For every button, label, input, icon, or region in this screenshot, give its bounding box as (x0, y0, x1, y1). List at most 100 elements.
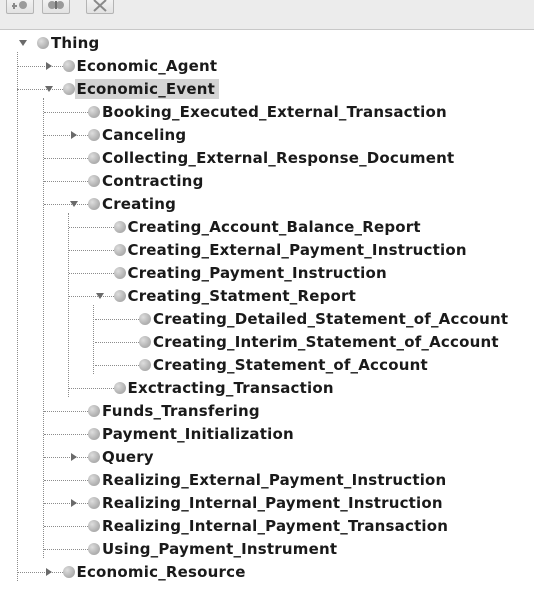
class-icon (37, 37, 49, 49)
tree-node-label[interactable]: Economic_Resource (77, 562, 246, 582)
tree-connector (94, 365, 139, 366)
tree-connector (94, 342, 139, 343)
add-subclass-icon (12, 0, 28, 13)
tree-node-label[interactable]: Collecting_External_Response_Document (102, 148, 454, 168)
tree-node[interactable]: Creating_Account_Balance_Report (0, 216, 534, 239)
tree-connector (43, 411, 88, 412)
class-icon (88, 543, 100, 555)
class-icon (113, 290, 126, 302)
class-icon (113, 221, 126, 233)
tree-connector (43, 457, 88, 458)
tree-node[interactable]: Creating_Detailed_Statement_of_Account (0, 308, 534, 331)
add-sibling-icon (47, 0, 65, 13)
tree-node[interactable]: Economic_Agent (0, 55, 534, 78)
tree-node[interactable]: Exctracting_Transaction (0, 377, 534, 400)
collapse-toggle-icon[interactable] (18, 38, 28, 48)
class-icon (62, 83, 75, 95)
collapse-toggle-icon[interactable] (69, 199, 79, 209)
tree-node-label[interactable]: Economic_Agent (77, 56, 218, 76)
tree-node-label[interactable]: Creating_Statement_of_Account (153, 355, 428, 375)
class-icon (88, 106, 100, 118)
tree-node-label[interactable]: Payment_Initialization (102, 424, 294, 444)
class-icon (113, 382, 126, 394)
class-icon (88, 428, 100, 440)
collapse-toggle-icon[interactable] (95, 291, 105, 301)
tree-node[interactable]: Thing (0, 32, 534, 55)
tree-node[interactable]: Contracting (0, 170, 534, 193)
tree-node[interactable]: Realizing_External_Payment_Instruction (0, 469, 534, 492)
tree-node-label[interactable]: Economic_Event (74, 79, 219, 99)
collapse-toggle-icon[interactable] (44, 84, 54, 94)
tree-node[interactable]: Using_Payment_Instrument (0, 538, 534, 561)
tree-connector (43, 204, 88, 205)
tree-node-label[interactable]: Realizing_Internal_Payment_Instruction (102, 493, 443, 513)
expand-toggle-icon[interactable] (44, 61, 54, 71)
class-icon (88, 152, 100, 164)
class-icon (88, 497, 100, 509)
tree-node-label[interactable]: Creating_Detailed_Statement_of_Account (153, 309, 508, 329)
tree-connector (43, 480, 88, 481)
tree-connector (17, 572, 63, 573)
class-icon (139, 359, 151, 371)
tree-node[interactable]: Creating_External_Payment_Instruction (0, 239, 534, 262)
tree-node-label[interactable]: Creating_Payment_Instruction (128, 263, 387, 283)
tree-node-label[interactable]: Booking_Executed_External_Transaction (102, 102, 447, 122)
add-subclass-button[interactable] (6, 0, 34, 14)
tree-node-label[interactable]: Using_Payment_Instrument (102, 539, 337, 559)
tree-connector (43, 503, 88, 504)
tree-node-label[interactable]: Creating_Statment_Report (128, 286, 356, 306)
tree-node-label[interactable]: Thing (51, 33, 99, 53)
tree-connector (43, 434, 88, 435)
class-icon (88, 175, 100, 187)
class-icon (62, 566, 75, 578)
class-icon (113, 244, 126, 256)
tree-node-label[interactable]: Funds_Transfering (102, 401, 260, 421)
add-sibling-button[interactable] (42, 0, 70, 14)
class-hierarchy-tree: Thing Economic_Agent Economic_Event Booking… (0, 30, 534, 594)
tree-connector (69, 273, 114, 274)
tree-node[interactable]: Query (0, 446, 534, 469)
tree-node[interactable]: Economic_Resource (0, 561, 534, 584)
tree-node[interactable]: Creating_Interim_Statement_of_Account (0, 331, 534, 354)
tree-node[interactable]: Economic_Event (0, 78, 534, 101)
expand-toggle-icon[interactable] (44, 567, 54, 577)
class-icon (88, 520, 100, 532)
tree-connector (43, 526, 88, 527)
tree-node-label[interactable]: Canceling (102, 125, 186, 145)
tree-node-label[interactable]: Realizing_External_Payment_Instruction (102, 470, 446, 490)
tree-node[interactable]: Funds_Transfering (0, 400, 534, 423)
tree-node-label[interactable]: Exctracting_Transaction (128, 378, 334, 398)
tree-node[interactable]: Creating_Payment_Instruction (0, 262, 534, 285)
delete-class-icon (91, 0, 109, 13)
tree-node-label[interactable]: Creating (102, 194, 176, 214)
tree-node[interactable]: Canceling (0, 124, 534, 147)
tree-node-label[interactable]: Creating_Interim_Statement_of_Account (153, 332, 499, 352)
tree-node[interactable]: Payment_Initialization (0, 423, 534, 446)
tree-node[interactable]: Realizing_Internal_Payment_Instruction (0, 492, 534, 515)
class-icon (88, 198, 100, 210)
tree-node[interactable]: Creating_Statment_Report (0, 285, 534, 308)
expand-toggle-icon[interactable] (69, 498, 79, 508)
tree-node-label[interactable]: Contracting (102, 171, 204, 191)
class-icon (88, 474, 100, 486)
tree-node-label[interactable]: Creating_External_Payment_Instruction (128, 240, 467, 260)
tree-node-label[interactable]: Query (102, 447, 154, 467)
tree-node-label[interactable]: Realizing_Internal_Payment_Transaction (102, 516, 448, 536)
delete-class-button[interactable] (86, 0, 114, 14)
tree-node[interactable]: Booking_Executed_External_Transaction (0, 101, 534, 124)
tree-node[interactable]: Collecting_External_Response_Document (0, 147, 534, 170)
class-icon (88, 405, 100, 417)
expand-toggle-icon[interactable] (69, 130, 79, 140)
tree-connector (43, 158, 88, 159)
tree-connector (43, 549, 88, 550)
tree-node[interactable]: Realizing_Internal_Payment_Transaction (0, 515, 534, 538)
expand-toggle-icon[interactable] (69, 452, 79, 462)
class-icon (139, 336, 151, 348)
class-hierarchy-toolbar (0, 0, 534, 30)
tree-node[interactable]: Creating (0, 193, 534, 216)
tree-connector (17, 89, 63, 90)
class-icon (88, 129, 100, 141)
class-icon (62, 60, 75, 72)
tree-node-label[interactable]: Creating_Account_Balance_Report (128, 217, 421, 237)
tree-node[interactable]: Creating_Statement_of_Account (0, 354, 534, 377)
